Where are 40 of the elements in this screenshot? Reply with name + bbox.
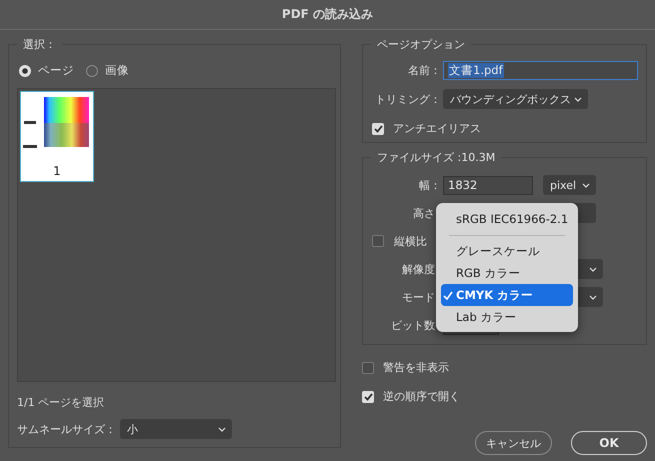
checkbox-label: 縦横比 <box>394 234 427 248</box>
ok-button[interactable]: OK <box>571 431 647 455</box>
chevron-icon <box>589 266 597 272</box>
cancel-button[interactable]: キャンセル <box>475 431 552 455</box>
menu-item[interactable]: グレースケール <box>441 240 573 262</box>
chevron-icon <box>218 426 226 432</box>
radio-label: ページ <box>38 63 74 78</box>
crop-dropdown[interactable]: バウンディングボックス <box>443 89 588 109</box>
page-thumbnail[interactable]: 1 <box>20 90 94 182</box>
checkbox-label: 警告を非表示 <box>383 360 449 375</box>
thumbnail-size-dropdown[interactable]: 小 <box>120 419 232 439</box>
window-title: PDF の読み込み <box>282 6 374 23</box>
radio-label: 画像 <box>105 63 129 78</box>
field-label: モード <box>401 290 436 304</box>
menu-item[interactable]: CMYK カラー <box>441 284 573 306</box>
thumbnail-size-label: サムネールサイズ： <box>17 422 116 436</box>
field-label: ビット数 <box>390 318 436 332</box>
selection-status: 1/1 ページを選択 <box>17 395 106 410</box>
field-label: 高さ <box>412 206 436 220</box>
chevron-icon <box>574 96 582 102</box>
name-label: 名前： <box>407 63 441 78</box>
name-field[interactable]: 文書1.pdf <box>443 61 638 80</box>
menu-item[interactable]: Lab カラー <box>441 306 573 328</box>
radio-button[interactable] <box>86 64 98 77</box>
menu-item[interactable]: sRGB IEC61966-2.1 <box>441 207 573 231</box>
crop-label: トリミング： <box>374 92 441 106</box>
checkbox-label: アンチエイリアス <box>393 121 481 136</box>
section-title: ファイルサイズ :10.3M <box>371 150 502 166</box>
unit-dropdown[interactable]: pixel <box>543 175 596 195</box>
checkbox[interactable] <box>362 362 374 374</box>
chevron-icon <box>582 182 590 188</box>
field-label: 幅： <box>418 178 441 192</box>
menu-item[interactable]: RGB カラー <box>441 262 573 284</box>
checkbox-label: 逆の順序で開く <box>383 389 460 404</box>
chevron-icon <box>589 294 597 300</box>
field-label: 解像度 <box>401 262 436 276</box>
checkmark-icon <box>443 290 453 300</box>
size-field[interactable]: 1832 <box>443 176 533 194</box>
page-number: 1 <box>53 164 61 178</box>
checkbox[interactable] <box>372 235 384 247</box>
